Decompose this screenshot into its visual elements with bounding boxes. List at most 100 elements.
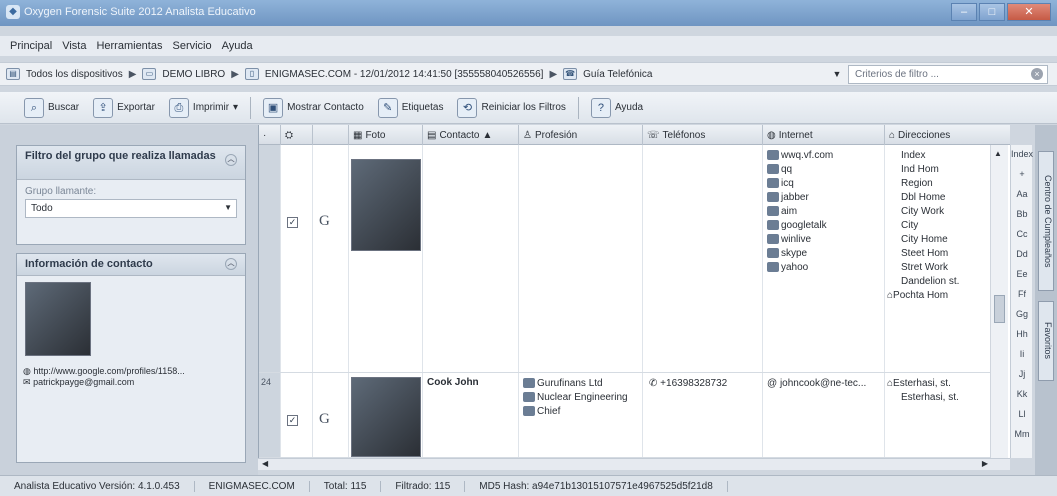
messenger-icon [767,248,779,259]
breadcrumb-demo-libro[interactable]: DEMO LIBRO [162,69,225,80]
breadcrumb-all-devices[interactable]: Todos los dispositivos [26,69,123,80]
phones-cell [643,145,763,372]
alpha-a[interactable]: Aa [1011,189,1033,199]
internet-value: aim [781,206,798,217]
print-button[interactable]: ⎙ Imprimir ▾ [165,96,242,120]
profession-value: Nuclear Engineering [537,392,628,403]
contacts-grid: · ⛭ ▦ Foto ▤ Contacto ▲ ♙ Profesión ☏ Teléfon… [258,125,1010,458]
phone-icon: ☏ [647,129,660,141]
col-telefonos[interactable]: ☏ Teléfonos [643,125,763,145]
addresses-cell: Index Ind Hom Region Dbl Home City Work … [885,145,996,372]
alpha-f[interactable]: Ff [1011,289,1033,299]
alpha-g[interactable]: Gg [1011,309,1033,319]
col-check[interactable] [313,125,349,145]
email-link[interactable]: patrickpayge@gmail.com [33,377,134,387]
alpha-h[interactable]: Hh [1011,329,1033,339]
menu-ayuda[interactable]: Ayuda [222,40,253,52]
alpha-b[interactable]: Bb [1011,209,1033,219]
scroll-right-icon[interactable]: ▶ [982,459,988,468]
menu-servicio[interactable]: Servicio [172,40,211,52]
labels-button[interactable]: ✎ Etiquetas [374,96,448,120]
window-controls: – □ ✕ [951,3,1051,21]
breadcrumb-separator-icon: ▶ [231,68,239,80]
photo-cell [349,373,423,457]
row-checkbox[interactable]: ✓ [287,217,298,228]
internet-value: johncook@ne-tec... [779,378,867,389]
clear-filter-icon[interactable]: × [1031,68,1043,80]
status-filtered: Filtrado: 115 [381,480,466,492]
col-contacto[interactable]: ▤ Contacto ▲ [423,125,519,145]
company-icon [523,378,535,389]
alpha-plus[interactable]: + [1011,169,1033,179]
alpha-c[interactable]: Cc [1011,229,1033,239]
col-profesion[interactable]: ♙ Profesión [519,125,643,145]
internet-value: icq [781,178,794,189]
internet-cell: @ johncook@ne-tec... [763,373,885,457]
contact-info-panel: Información de contacto ︿ ◍ http://www.g… [16,253,246,463]
table-row[interactable]: ✓ G wwq.vf.com qq icq jabber aim googlet… [259,145,996,373]
col-direcciones[interactable]: ⌂ Direcciones [885,125,1010,145]
table-row[interactable]: 24 ✓ G Cook John Gurufinans Ltd Nuclear … [259,373,996,458]
profile-link[interactable]: http://www.google.com/profiles/1158... [33,366,184,376]
collapse-icon[interactable]: ︿ [225,154,237,166]
row-checkbox[interactable]: ✓ [287,415,298,426]
reset-filters-button[interactable]: ⟲ Reiniciar los Filtros [453,96,569,120]
alpha-k[interactable]: Kk [1011,389,1033,399]
show-contact-label: Mostrar Contacto [287,102,364,113]
alpha-d[interactable]: Dd [1011,249,1033,259]
grid-horizontal-scrollbar[interactable]: ◀ ▶ [258,458,1010,470]
breadcrumb-dropdown-icon[interactable]: ▼ [830,67,844,81]
caller-group-value: Todo [31,203,53,214]
alpha-l[interactable]: Ll [1011,409,1033,419]
scroll-left-icon[interactable]: ◀ [262,459,268,468]
row-number: 24 [259,373,281,457]
side-tabs: Centro de Cumpleaños Favoritos [1035,125,1057,475]
menu-principal[interactable]: Principal [10,40,52,52]
menu-herramientas[interactable]: Herramientas [96,40,162,52]
tab-favorites[interactable]: Favoritos [1038,301,1054,381]
alpha-index[interactable]: Index [1011,149,1033,159]
breadcrumb-device[interactable]: ENIGMASEC.COM - 12/01/2012 14:41:50 [355… [265,69,544,80]
menu-vista[interactable]: Vista [62,40,86,52]
profession-value: Gurufinans Ltd [537,378,603,389]
col-foto[interactable]: ▦ Foto [349,125,423,145]
app-icon: ◆ [6,5,20,19]
show-contact-button[interactable]: ▣ Mostrar Contacto [259,96,368,120]
status-device: ENIGMASEC.COM [195,480,310,492]
google-icon: G [319,213,330,229]
globe-icon: ◍ [23,366,31,376]
collapse-icon[interactable]: ︿ [225,258,237,270]
minimize-button[interactable]: – [951,3,977,21]
search-button[interactable]: ⌕ Buscar [20,96,83,120]
breadcrumb-phonebook[interactable]: Guía Telefónica [583,69,652,80]
messenger-icon [767,192,779,203]
export-button[interactable]: ⇪ Exportar [89,96,159,120]
tab-favorites-label: Favoritos [1043,322,1053,360]
scroll-thumb[interactable] [994,295,1005,323]
caller-group-select[interactable]: Todo ▼ [25,199,237,218]
alpha-i[interactable]: Ii [1011,349,1033,359]
list-item: Chief [523,405,642,419]
maximize-button[interactable]: □ [979,3,1005,21]
close-button[interactable]: ✕ [1007,3,1051,21]
tab-birthday-center[interactable]: Centro de Cumpleaños [1038,151,1054,291]
toolbar: ⌕ Buscar ⇪ Exportar ⎙ Imprimir ▾ ▣ Mostr… [0,92,1057,124]
messenger-icon [767,206,779,217]
breadcrumb: ▤ Todos los dispositivos ▶ ▭ DEMO LIBRO … [6,68,652,80]
col-group-icon[interactable]: ⛭ [281,125,313,145]
col-internet[interactable]: ◍ Internet [763,125,885,145]
list-item: winlive [767,233,884,247]
address-value: Dbl Home [901,192,946,203]
alpha-j[interactable]: Jj [1011,369,1033,379]
alpha-e[interactable]: Ee [1011,269,1033,279]
scroll-up-icon[interactable]: ▲ [994,149,1002,158]
filter-input[interactable]: Criterios de filtro ... × [848,65,1048,84]
alpha-m[interactable]: Mm [1011,429,1033,439]
google-icon: G [319,411,330,427]
col-marker[interactable]: · [259,125,281,145]
grid-vertical-scrollbar[interactable]: ▲ [990,145,1008,458]
col-internet-label: Internet [778,129,813,141]
help-button[interactable]: ? Ayuda [587,96,647,120]
status-bar: Analista Educativo Versión: 4.1.0.453 EN… [0,475,1057,496]
row-group-cell: G [313,373,349,457]
